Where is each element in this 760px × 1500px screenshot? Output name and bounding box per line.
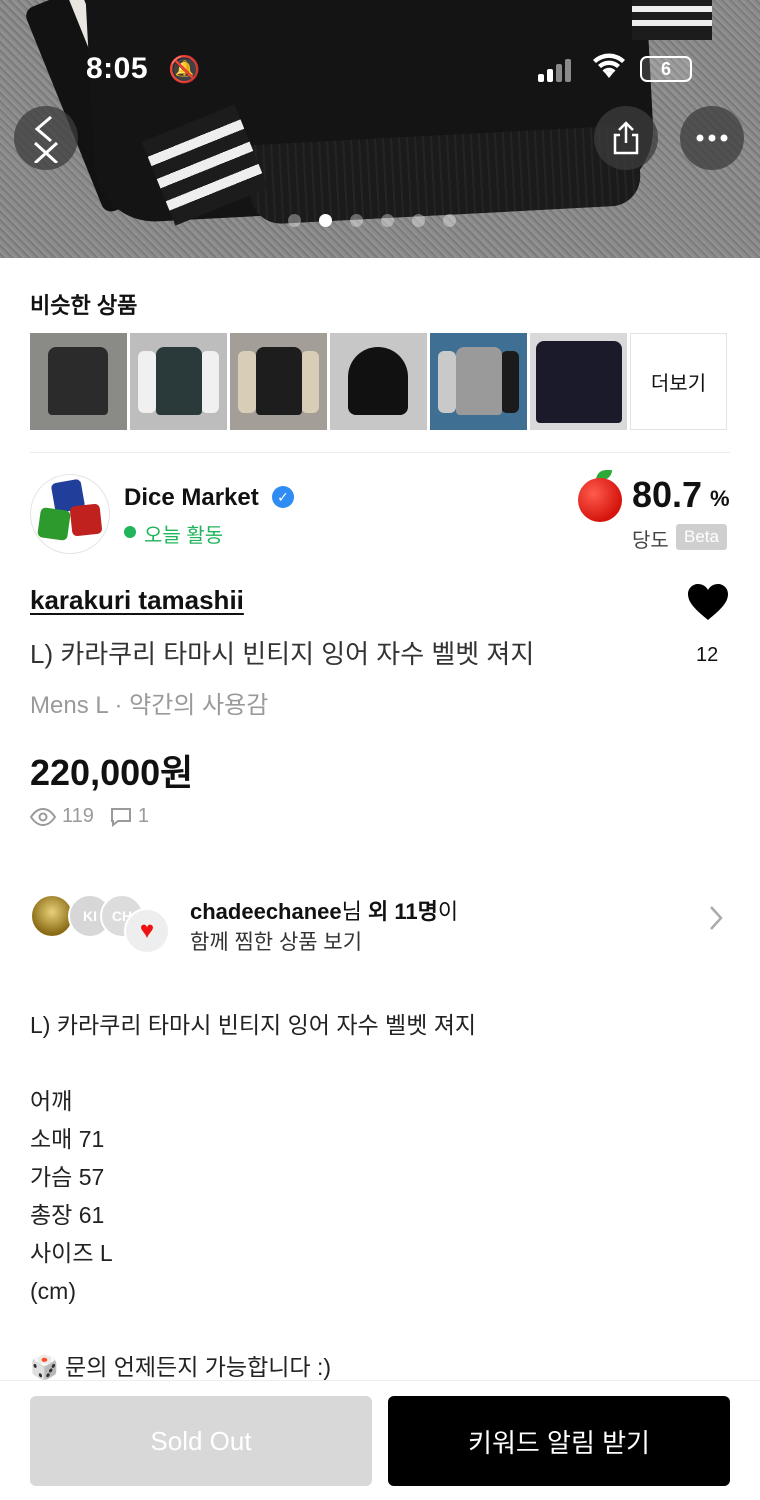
sold-out-button: Sold Out (30, 1396, 372, 1486)
comment-count: 1 (137, 805, 150, 827)
description-line: 소매 71 (30, 1126, 105, 1152)
similar-product-thumb[interactable] (230, 333, 327, 430)
sweetness-unit: % (710, 486, 730, 511)
similar-product-thumb[interactable] (430, 333, 527, 430)
carousel-dot[interactable] (381, 214, 394, 227)
description-line: 사이즈 L (30, 1240, 113, 1266)
verified-badge-icon: ✓ (272, 486, 294, 508)
cellular-signal-icon (538, 58, 578, 82)
share-button[interactable] (594, 106, 658, 170)
product-description: L) 카라쿠리 타마시 빈티지 잉어 자수 벨벳 져지 어깨 소매 71 가슴 … (30, 1006, 476, 1386)
likers-suffix-nim: 님 (341, 899, 368, 924)
beta-badge: Beta (676, 524, 727, 550)
similar-product-thumb[interactable] (330, 333, 427, 430)
product-meta: Mens L · 약간의 사용감 (30, 692, 269, 719)
likers-suffix-i: 이 (437, 899, 459, 924)
active-status-dot (124, 526, 136, 538)
carousel-dot-active[interactable] (319, 214, 332, 227)
sweetness-label: 당도 (632, 530, 669, 552)
product-title: L) 카라쿠리 타마시 빈티지 잉어 자수 벨벳 져지 (30, 639, 535, 669)
view-count: 119 (62, 805, 94, 827)
divider (30, 452, 730, 453)
product-image-carousel[interactable]: 8:05 🔕 6 (0, 0, 760, 258)
description-line: (cm) (30, 1278, 76, 1304)
similar-product-thumb[interactable] (30, 333, 127, 430)
seller-activity: 오늘 활동 (144, 525, 224, 547)
carousel-pagination (288, 214, 478, 228)
apple-icon (578, 478, 622, 522)
likers-subtitle: 함께 찜한 상품 보기 (190, 931, 363, 954)
carousel-dot[interactable] (288, 214, 301, 227)
carousel-dot[interactable] (443, 214, 456, 227)
similar-product-thumb[interactable] (530, 333, 627, 430)
wifi-icon (592, 52, 626, 87)
product-price: 220,000원 (30, 752, 194, 793)
brand-link[interactable]: karakuri tamashii (30, 585, 244, 616)
status-bar: 8:05 🔕 6 (0, 50, 760, 90)
similar-products-title: 비슷한 상품 (30, 293, 138, 318)
description-line (30, 1044, 476, 1082)
status-time: 8:05 (86, 52, 149, 85)
seller-avatar[interactable] (30, 474, 110, 554)
liker-username: chadeechanee (190, 899, 342, 924)
more-options-button[interactable] (680, 106, 744, 170)
likers-summary: chadeechanee님 외 11명이 (190, 894, 458, 926)
likers-row[interactable]: KI CH ♥ chadeechanee님 외 11명이 함께 찜한 상품 보기 (30, 894, 730, 954)
description-line: L) 카라쿠리 타마시 빈티지 잉어 자수 벨벳 져지 (30, 1012, 477, 1038)
carousel-dot[interactable] (350, 214, 363, 227)
jacket-cuff-right (632, 0, 712, 40)
carousel-dot[interactable] (412, 214, 425, 227)
sweetness-score: 80.7 (632, 474, 703, 515)
like-count: 12 (696, 644, 719, 666)
eye-icon (30, 807, 56, 826)
like-button[interactable] (686, 582, 730, 626)
bottom-action-bar: Sold Out 키워드 알림 받기 (0, 1380, 760, 1500)
heart-emoji-icon: ♥ (124, 908, 170, 954)
similar-product-thumb[interactable] (130, 333, 227, 430)
back-close-icon (33, 115, 59, 163)
product-stats: 119 1 (30, 805, 149, 828)
similar-more-button[interactable]: 더보기 (630, 333, 727, 430)
description-line (30, 1310, 476, 1348)
description-line: 총장 61 (30, 1202, 105, 1228)
battery-icon: 6 (640, 56, 692, 82)
heart-icon (688, 584, 728, 620)
similar-products-list: 더보기 (30, 333, 730, 431)
more-dots-icon (696, 134, 728, 142)
back-button[interactable] (14, 106, 78, 170)
likers-others: 외 11명 (368, 899, 438, 924)
description-line: 가슴 57 (30, 1164, 105, 1190)
chevron-right-icon (708, 904, 724, 940)
share-icon (613, 121, 639, 155)
comment-icon (110, 807, 131, 827)
description-line: 어깨 (30, 1088, 73, 1114)
keyword-alert-button[interactable]: 키워드 알림 받기 (388, 1396, 730, 1486)
bell-muted-icon: 🔕 (168, 54, 201, 84)
seller-name[interactable]: Dice Market (124, 484, 259, 512)
